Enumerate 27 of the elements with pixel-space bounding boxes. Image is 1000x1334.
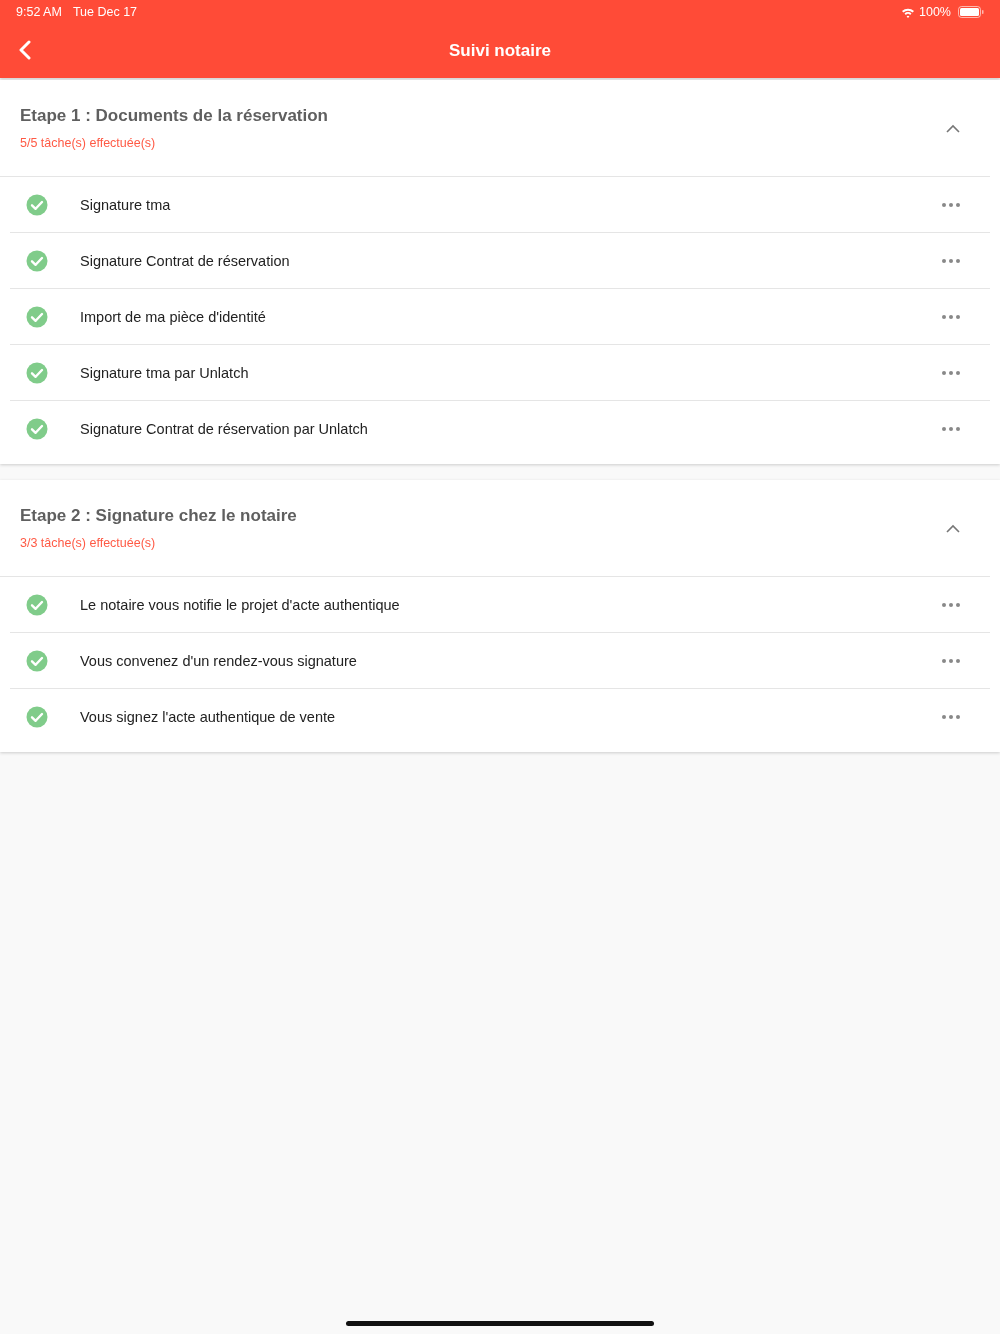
- more-icon[interactable]: [942, 658, 960, 663]
- chevron-up-icon[interactable]: [946, 123, 960, 133]
- more-icon[interactable]: [942, 426, 960, 431]
- battery-percent: 100%: [919, 5, 951, 19]
- chevron-up-icon[interactable]: [946, 523, 960, 533]
- more-icon[interactable]: [942, 314, 960, 319]
- task-label: Signature Contrat de réservation: [80, 252, 291, 269]
- more-icon[interactable]: [942, 258, 960, 263]
- task-label: Vous convenez d'un rendez-vous signature: [80, 652, 358, 669]
- status-date: Tue Dec 17: [72, 5, 138, 19]
- more-icon[interactable]: [942, 202, 960, 207]
- task-label: Signature tma par Unlatch: [80, 364, 250, 381]
- more-icon[interactable]: [942, 370, 960, 375]
- more-icon[interactable]: [942, 602, 960, 607]
- step-title: Etape 2 : Signature chez le notaire: [20, 506, 298, 526]
- status-time: 9:52 AM: [16, 5, 62, 19]
- screen-title: Suivi notaire: [449, 41, 551, 61]
- task-label: Vous signez l'acte authentique de vente: [80, 708, 337, 725]
- task-label: Le notaire vous notifie le projet d'acte authentique: [80, 596, 401, 613]
- step-title: Etape 1 : Documents de la réservation: [20, 106, 329, 126]
- task-label: Import de ma pièce d'identité: [80, 308, 267, 325]
- more-icon[interactable]: [942, 714, 960, 719]
- task-label: Signature Contrat de réservation par Unlatch: [80, 420, 369, 437]
- back-button[interactable]: [18, 40, 32, 60]
- battery-icon: [958, 6, 984, 18]
- task-label: Signature tma: [80, 196, 172, 213]
- wifi-icon: [901, 6, 915, 18]
